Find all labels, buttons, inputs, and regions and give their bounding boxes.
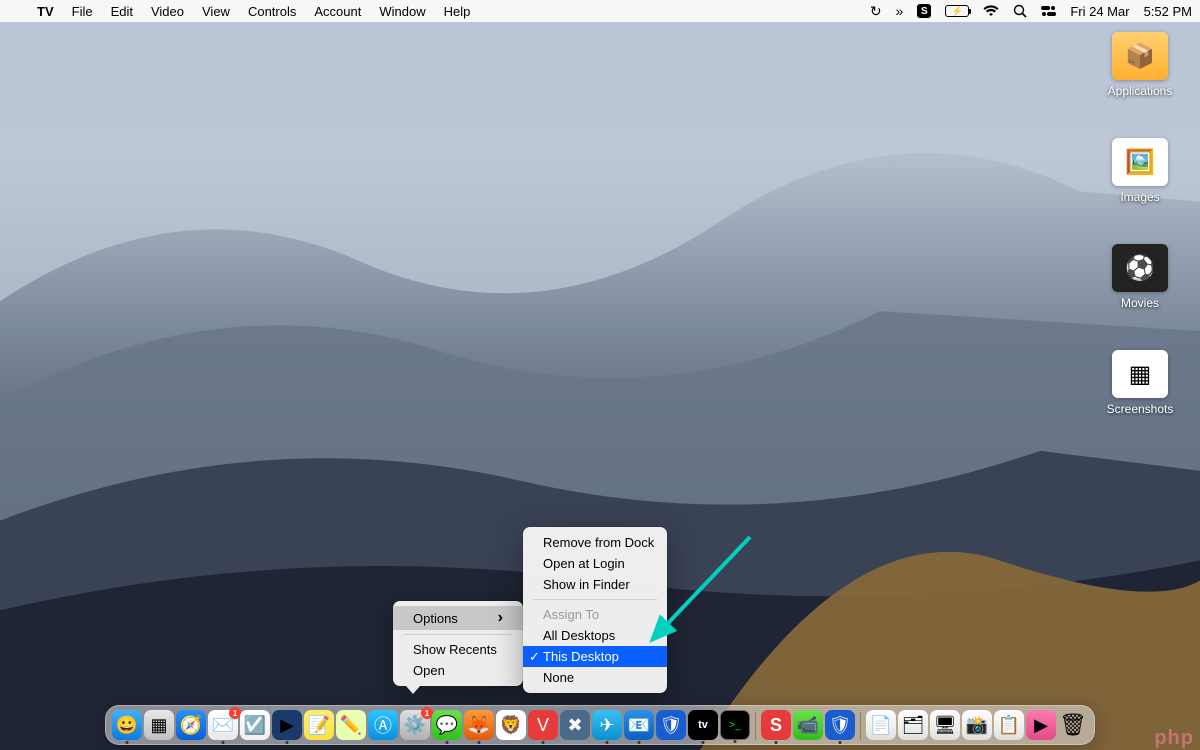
dock: 😀 ▦ 🧭 ✉️1 ☑️ ▶ 📝 ✏️ Ⓐ ⚙️1 💬 🦊 🦁 V ✖︎ ✈︎ … [105,705,1095,745]
folder-icon: 📦 [1112,32,1168,80]
folder-icon: ▦ [1112,350,1168,398]
menu-item-show-in-finder[interactable]: Show in Finder [523,574,667,595]
dock-appstore[interactable]: Ⓐ [368,710,398,740]
menu-item-show-recents[interactable]: Show Recents [393,639,523,660]
desktop-icons: 📦 Applications 🖼️ Images ⚽ Movies ▦ Scre… [1100,32,1180,416]
dock-settings[interactable]: ⚙️1 [400,710,430,740]
dock-stack-5[interactable]: 📋 [994,710,1024,740]
menu-header-assign-to: Assign To [523,604,667,625]
menu-item-options[interactable]: Options [393,606,523,630]
menubar-date[interactable]: Fri 24 Mar [1070,4,1129,19]
app-menu[interactable]: TV [28,4,63,19]
desktop-icon-label: Images [1120,190,1159,204]
options-submenu: Remove from Dock Open at Login Show in F… [523,527,667,693]
folder-icon: 🖼️ [1112,138,1168,186]
dock-notes[interactable]: 📝 [304,710,334,740]
menu-item-label: Options [413,611,458,626]
dock-vivaldi[interactable]: V [528,710,558,740]
menu-file[interactable]: File [63,4,102,19]
dock-stack-3[interactable]: 🖥 [930,710,960,740]
appletv-label: tv [698,719,708,731]
fastforward-icon[interactable]: » [896,3,904,19]
dock-finder[interactable]: 😀 [112,710,142,740]
spotlight-icon[interactable] [1013,4,1027,18]
dock-tools[interactable]: ✖︎ [560,710,590,740]
dock-app-pink[interactable]: ▶ [1026,710,1056,740]
desktop-icon-screenshots[interactable]: ▦ Screenshots [1100,350,1180,416]
dock-terminal[interactable]: >_ [720,710,750,740]
menu-edit[interactable]: Edit [102,4,142,19]
menu-help[interactable]: Help [435,4,480,19]
menu-separator [403,634,513,635]
menu-item-open-at-login[interactable]: Open at Login [523,553,667,574]
menu-controls[interactable]: Controls [239,4,305,19]
menu-item-open[interactable]: Open [393,660,523,681]
desktop-icon-movies[interactable]: ⚽ Movies [1100,244,1180,310]
menu-item-all-desktops[interactable]: All Desktops [523,625,667,646]
dock-media[interactable]: ▶ [272,710,302,740]
desktop-icon-label: Screenshots [1107,402,1174,416]
dock-stack-4[interactable]: 📸 [962,710,992,740]
battery-icon[interactable]: ⚡ [945,5,969,17]
menu-pointer [406,686,420,694]
dock-reminders[interactable]: ☑️ [240,710,270,740]
menu-item-none[interactable]: None [523,667,667,688]
dock-brave[interactable]: 🦁 [496,710,526,740]
dock-freeform[interactable]: ✏️ [336,710,366,740]
menu-video[interactable]: Video [142,4,193,19]
menu-window[interactable]: Window [370,4,434,19]
dock-trash[interactable]: 🗑 [1058,710,1088,740]
menu-separator [533,599,657,600]
dock-context-menu: Options Show Recents Open [393,601,523,686]
control-center-icon[interactable] [1041,5,1056,17]
status-badge-s-label: S [921,6,928,17]
dock-app-s[interactable]: S [761,710,791,740]
dock-facetime[interactable]: 📹 [793,710,823,740]
dock-messages[interactable]: 💬 [432,710,462,740]
desktop-icon-label: Applications [1108,84,1173,98]
dock-safari[interactable]: 🧭 [176,710,206,740]
wifi-icon[interactable] [983,5,999,17]
timemachine-icon[interactable]: ↻ [870,3,882,20]
dock-firefox[interactable]: 🦊 [464,710,494,740]
dock-appletv[interactable]: tv [688,710,718,740]
folder-icon: ⚽ [1112,244,1168,292]
dock-launchpad[interactable]: ▦ [144,710,174,740]
menu-account[interactable]: Account [305,4,370,19]
dock-bitwarden[interactable]: 🛡 [656,710,686,740]
dock-telegram[interactable]: ✈︎ [592,710,622,740]
desktop-icon-images[interactable]: 🖼️ Images [1100,138,1180,204]
menubar-time[interactable]: 5:52 PM [1144,4,1192,19]
dock-mail[interactable]: ✉️1 [208,710,238,740]
desktop-icon-label: Movies [1121,296,1159,310]
desktop-icon-applications[interactable]: 📦 Applications [1100,32,1180,98]
menu-view[interactable]: View [193,4,239,19]
dock-separator [755,712,756,740]
dock-stack-2[interactable]: 🗂 [898,710,928,740]
dock-shield[interactable]: 🛡 [825,710,855,740]
dock-outlook[interactable]: 📧 [624,710,654,740]
dock-stack-1[interactable]: 📄 [866,710,896,740]
menu-item-this-desktop[interactable]: This Desktop [523,646,667,667]
menubar: TV File Edit Video View Controls Account… [0,0,1200,22]
dock-separator [860,712,861,740]
status-badge-s[interactable]: S [917,4,931,18]
menu-item-remove-from-dock[interactable]: Remove from Dock [523,532,667,553]
